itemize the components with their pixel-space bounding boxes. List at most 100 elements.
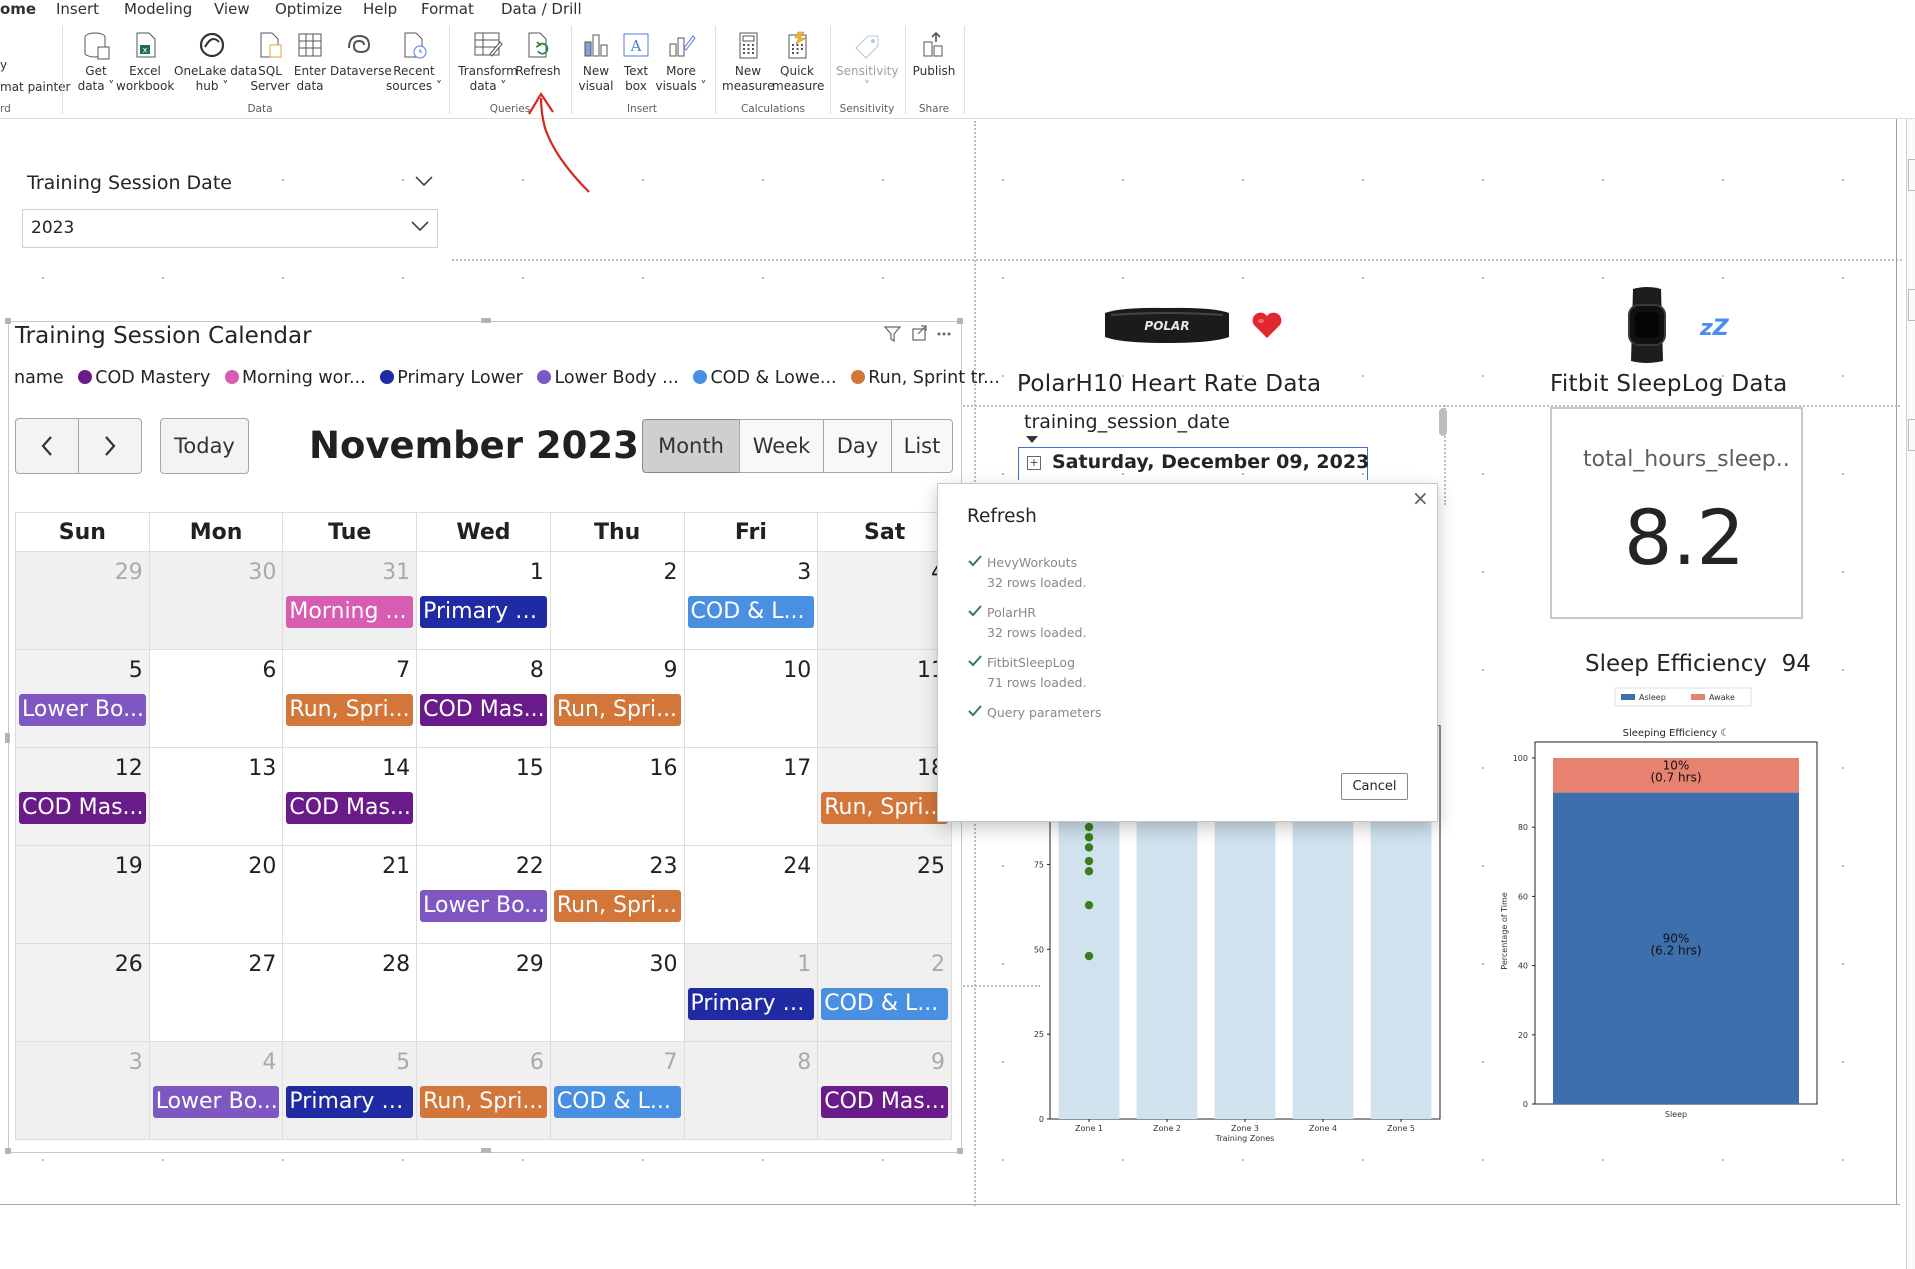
calendar-day-cell[interactable]: 10 bbox=[683, 649, 819, 748]
calendar-day-cell[interactable]: 15 bbox=[416, 747, 551, 846]
calendar-day-cell[interactable]: 16 bbox=[549, 747, 685, 846]
scrollbar-thumb[interactable] bbox=[1439, 408, 1447, 436]
more-options-icon[interactable] bbox=[937, 332, 951, 336]
calendar-day-cell[interactable]: 22 Lower Bo... bbox=[416, 845, 551, 944]
calendar-day-cell[interactable]: 7 COD & L... bbox=[549, 1041, 685, 1140]
today-button[interactable]: Today bbox=[160, 418, 249, 474]
pane-tab[interactable] bbox=[1908, 289, 1915, 321]
tab-help[interactable]: Help bbox=[363, 0, 397, 18]
publish-button[interactable]: Publish bbox=[912, 28, 956, 79]
refresh-button[interactable]: Refresh bbox=[514, 28, 562, 79]
chevron-down-icon[interactable] bbox=[414, 174, 434, 188]
calendar-day-cell[interactable]: 9 COD Mas... bbox=[817, 1041, 952, 1140]
calendar-day-cell[interactable]: 9 Run, Spri... bbox=[549, 649, 685, 748]
calendar-day-cell[interactable]: 6 bbox=[148, 649, 284, 748]
next-month-button[interactable] bbox=[78, 418, 142, 474]
calendar-event[interactable]: Primary L... bbox=[420, 596, 547, 628]
calendar-day-cell[interactable]: 2 COD & L... bbox=[817, 943, 952, 1042]
prev-month-button[interactable] bbox=[15, 418, 79, 474]
sensitivity-button[interactable]: Sensitivity ˅ bbox=[836, 28, 898, 94]
calendar-event[interactable]: COD Mas... bbox=[821, 1086, 948, 1118]
calendar-event[interactable]: COD Mas... bbox=[420, 694, 547, 726]
calendar-event[interactable]: Lower Bo... bbox=[19, 694, 146, 726]
sort-arrow-icon[interactable] bbox=[1026, 436, 1038, 444]
legend-item[interactable]: Primary Lower bbox=[380, 368, 523, 388]
resize-handle[interactable] bbox=[5, 318, 11, 324]
calendar-day-cell[interactable]: 4 bbox=[817, 551, 952, 650]
excel-workbook-button[interactable]: x Excel workbook bbox=[116, 28, 174, 94]
calendar-day-cell[interactable]: 6 Run, Spri... bbox=[416, 1041, 551, 1140]
calendar-event[interactable]: Primary L... bbox=[286, 1086, 414, 1118]
resize-handle[interactable] bbox=[957, 1148, 963, 1154]
legend-item[interactable]: COD Mastery bbox=[78, 368, 210, 388]
legend-item[interactable]: Lower Body ... bbox=[537, 368, 679, 388]
calendar-event[interactable]: Lower Bo... bbox=[152, 1086, 280, 1118]
calendar-day-cell[interactable]: 25 bbox=[817, 845, 952, 944]
calendar-day-cell[interactable]: 3 bbox=[15, 1041, 150, 1140]
resize-handle[interactable] bbox=[957, 318, 963, 324]
calendar-day-cell[interactable]: 27 bbox=[148, 943, 284, 1042]
cancel-button[interactable]: Cancel bbox=[1341, 773, 1408, 800]
calendar-day-cell[interactable]: 8 bbox=[683, 1041, 819, 1140]
slicer-dropdown[interactable] bbox=[22, 209, 438, 248]
calendar-event[interactable]: Run, Spri... bbox=[553, 890, 681, 922]
calendar-day-cell[interactable]: 2 bbox=[549, 551, 685, 650]
pane-tab[interactable] bbox=[1908, 419, 1915, 451]
calendar-day-cell[interactable]: 14 COD Mas... bbox=[282, 747, 418, 846]
text-box-button[interactable]: A Text box bbox=[620, 28, 652, 94]
calendar-event[interactable]: COD Mas... bbox=[19, 792, 146, 824]
calendar-day-cell[interactable]: 3 COD & L... bbox=[683, 551, 819, 650]
new-measure-button[interactable]: New measure bbox=[722, 28, 774, 94]
view-week-button[interactable]: Week bbox=[739, 419, 824, 473]
legend-item[interactable]: Run, Sprint tr... bbox=[851, 368, 1000, 388]
onelake-data-hub-button[interactable]: OneLake data hub ˅ bbox=[174, 28, 257, 94]
calendar-event[interactable]: Run, Spri... bbox=[821, 792, 948, 824]
calendar-event[interactable]: COD & L... bbox=[553, 1086, 681, 1118]
calendar-day-cell[interactable]: 5 Primary L... bbox=[282, 1041, 418, 1140]
calendar-event[interactable]: Morning ... bbox=[286, 596, 414, 628]
tab-home[interactable]: ome bbox=[0, 0, 36, 18]
calendar-event[interactable]: Primary L... bbox=[687, 988, 815, 1020]
resize-handle[interactable] bbox=[481, 1148, 491, 1153]
calendar-day-cell[interactable]: 8 COD Mas... bbox=[416, 649, 551, 748]
tab-insert[interactable]: Insert bbox=[56, 0, 99, 18]
calendar-day-cell[interactable]: 1 Primary L... bbox=[683, 943, 819, 1042]
format-painter-label[interactable]: mat painter bbox=[0, 80, 71, 94]
pane-collapsed-strip[interactable] bbox=[1906, 119, 1915, 1269]
tab-format[interactable]: Format bbox=[421, 0, 474, 18]
calendar-event[interactable]: Run, Spri... bbox=[553, 694, 681, 726]
calendar-day-cell[interactable]: 20 bbox=[148, 845, 284, 944]
calendar-day-cell[interactable]: 18 Run, Spri... bbox=[817, 747, 952, 846]
resize-handle[interactable] bbox=[481, 318, 491, 323]
dataverse-button[interactable]: Dataverse bbox=[330, 28, 392, 79]
calendar-day-cell[interactable]: 13 bbox=[148, 747, 284, 846]
calendar-event[interactable]: Lower Bo... bbox=[420, 890, 547, 922]
calendar-day-cell[interactable]: 30 bbox=[148, 551, 284, 650]
view-month-button[interactable]: Month bbox=[642, 419, 740, 473]
sql-server-button[interactable]: SQL Server bbox=[250, 28, 290, 94]
calendar-day-cell[interactable]: 30 bbox=[549, 943, 685, 1042]
filter-icon[interactable] bbox=[883, 326, 902, 343]
legend-item[interactable]: COD & Lowe... bbox=[693, 368, 837, 388]
calendar-day-cell[interactable]: 31 Morning ... bbox=[282, 551, 418, 650]
more-visuals-button[interactable]: More visuals ˅ bbox=[654, 28, 708, 94]
calendar-day-cell[interactable]: 23 Run, Spri... bbox=[549, 845, 685, 944]
calendar-day-cell[interactable]: 1 Primary L... bbox=[416, 551, 551, 650]
tab-data-drill[interactable]: Data / Drill bbox=[501, 0, 582, 18]
transform-data-button[interactable]: Transform data ˅ bbox=[458, 28, 518, 94]
expand-icon[interactable]: + bbox=[1027, 456, 1041, 470]
calendar-event[interactable]: COD & L... bbox=[821, 988, 948, 1020]
tab-optimize[interactable]: Optimize bbox=[275, 0, 342, 18]
calendar-day-cell[interactable]: 24 bbox=[683, 845, 819, 944]
view-list-button[interactable]: List bbox=[891, 419, 953, 473]
calendar-event[interactable]: Run, Spri... bbox=[420, 1086, 547, 1118]
calendar-day-cell[interactable]: 19 bbox=[15, 845, 150, 944]
calendar-day-cell[interactable]: 4 Lower Bo... bbox=[148, 1041, 284, 1140]
calendar-day-cell[interactable]: 17 bbox=[683, 747, 819, 846]
calendar-day-cell[interactable]: 29 bbox=[15, 551, 150, 650]
focus-mode-icon[interactable] bbox=[912, 325, 927, 341]
calendar-day-cell[interactable]: 11 bbox=[817, 649, 952, 748]
calendar-event[interactable]: Run, Spri... bbox=[286, 694, 414, 726]
tab-view[interactable]: View bbox=[214, 0, 250, 18]
calendar-day-cell[interactable]: 5 Lower Bo... bbox=[15, 649, 150, 748]
